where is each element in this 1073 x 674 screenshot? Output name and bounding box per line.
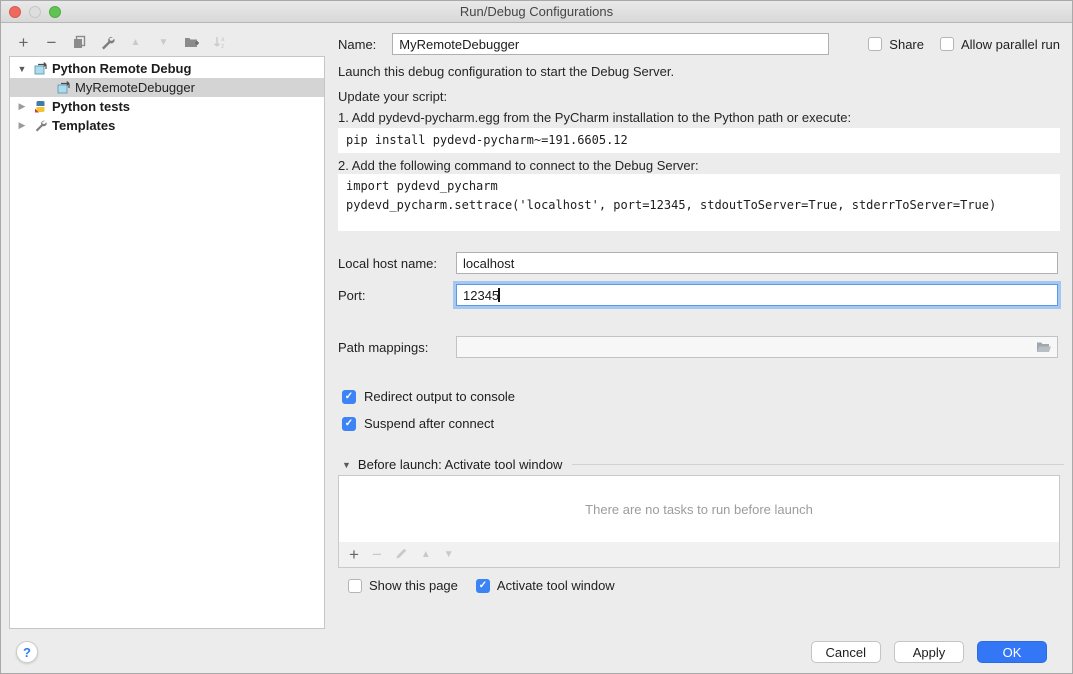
tree-item-label: Templates [52,118,115,133]
tree-item-label: Python tests [52,99,130,114]
add-task-icon[interactable]: + [349,547,359,562]
show-this-page-checkbox[interactable]: Show this page [348,578,458,593]
add-configuration-icon[interactable]: + [15,34,32,51]
wrench-icon [34,119,48,132]
move-down-icon: ▼ [155,34,172,51]
expand-arrow-icon[interactable]: ▶ [16,120,28,131]
configurations-tree: ▼ Python Remote Debug MyRemoteDebugger ▶… [9,56,325,629]
help-step-2: 2. Add the following command to connect … [338,158,699,173]
tree-item-python-remote-debug[interactable]: ▼ Python Remote Debug [10,59,324,78]
path-mappings-field [456,336,1058,358]
local-host-input[interactable] [456,252,1058,274]
python-icon [34,100,48,113]
expand-arrow-icon[interactable]: ▶ [16,101,28,112]
local-host-label: Local host name: [338,256,456,271]
collapse-arrow-icon[interactable]: ▼ [16,64,28,74]
show-this-page-label: Show this page [369,578,458,593]
pip-install-code-snippet: pip install pydevd-pycharm~=191.6605.12 [338,128,1060,153]
allow-parallel-run-checkbox[interactable]: Allow parallel run [940,37,1060,52]
port-input[interactable] [456,284,1058,306]
name-label: Name: [338,37,376,52]
before-launch-title: Before launch: Activate tool window [358,457,563,472]
tree-item-label: MyRemoteDebugger [75,80,195,95]
help-step-1: 1. Add pydevd-pycharm.egg from the PyCha… [338,110,851,125]
checkbox-box[interactable] [940,37,954,51]
tree-item-label: Python Remote Debug [52,61,191,76]
activate-tool-window-label: Activate tool window [497,578,615,593]
move-task-up-icon: ▲ [421,549,431,560]
checkbox-box[interactable]: ✓ [342,390,356,404]
cancel-button[interactable]: Cancel [811,641,881,663]
tree-item-myremotedebugger[interactable]: MyRemoteDebugger [10,78,324,97]
new-folder-icon[interactable] [183,34,200,51]
remove-task-icon: − [372,547,382,562]
help-line-1: Launch this debug configuration to start… [338,64,674,79]
path-mappings-input[interactable] [457,337,1057,357]
code-line: import pydevd_pycharm [346,177,1052,196]
svg-text:z: z [221,43,224,50]
edit-pencil-icon [395,547,408,563]
browse-folder-icon[interactable] [1036,340,1052,357]
configurations-toolbar: + − ▲ ▼ az [15,32,228,52]
configuration-editor: Name: Share Allow parallel run Launch th… [338,1,1060,633]
apply-button[interactable]: Apply [894,641,964,663]
remote-debug-config-icon [34,62,48,75]
move-up-icon: ▲ [127,34,144,51]
checkbox-box[interactable] [868,37,882,51]
remote-debug-config-icon [57,81,71,94]
tree-item-templates[interactable]: ▶ Templates [10,116,324,135]
settrace-code-snippet: import pydevd_pycharm pydevd_pycharm.set… [338,174,1060,231]
suspend-after-connect-label: Suspend after connect [364,416,494,431]
help-button[interactable]: ? [16,641,38,663]
copy-configuration-icon[interactable] [71,34,88,51]
allow-parallel-run-label: Allow parallel run [961,37,1060,52]
local-host-row: Local host name: [338,252,1058,274]
code-line: pydevd_pycharm.settrace('localhost', por… [346,196,1052,215]
run-debug-configurations-dialog: Run/Debug Configurations + − ▲ ▼ az ▼ Py… [0,0,1073,674]
name-row: Name: Share Allow parallel run [338,33,1060,55]
before-launch-section-header[interactable]: ▼ Before launch: Activate tool window [342,457,1064,472]
move-task-down-icon: ▼ [444,549,454,560]
path-mappings-row: Path mappings: [338,336,1058,358]
checkbox-box[interactable]: ✓ [476,579,490,593]
port-field-wrapper [456,284,1058,306]
task-list-toolbar: + − ▲ ▼ [338,542,1060,568]
name-input[interactable] [392,33,829,55]
suspend-after-connect-checkbox[interactable]: ✓ Suspend after connect [342,416,494,431]
before-launch-task-list[interactable]: There are no tasks to run before launch [338,475,1060,543]
collapse-arrow-icon[interactable]: ▼ [342,460,351,470]
text-caret [498,288,500,302]
section-rule [572,464,1064,465]
sort-alphabetically-icon: az [211,34,228,51]
checkbox-box[interactable]: ✓ [342,417,356,431]
activate-tool-window-checkbox[interactable]: ✓ Activate tool window [476,578,615,593]
help-line-2: Update your script: [338,89,447,104]
port-label: Port: [338,288,456,303]
share-label: Share [889,37,924,52]
empty-task-list-text: There are no tasks to run before launch [585,502,813,517]
path-mappings-label: Path mappings: [338,340,456,355]
remove-configuration-icon[interactable]: − [43,34,60,51]
edit-templates-wrench-icon[interactable] [99,34,116,51]
redirect-output-label: Redirect output to console [364,389,515,404]
port-row: Port: [338,284,1058,306]
checkbox-box[interactable] [348,579,362,593]
dialog-buttons: Cancel Apply OK [811,641,1047,663]
ok-button[interactable]: OK [977,641,1047,663]
page-options-row: Show this page ✓ Activate tool window [348,578,615,593]
share-checkbox[interactable]: Share [868,37,924,52]
svg-text:a: a [221,36,225,43]
redirect-output-checkbox[interactable]: ✓ Redirect output to console [342,389,515,404]
tree-item-python-tests[interactable]: ▶ Python tests [10,97,324,116]
